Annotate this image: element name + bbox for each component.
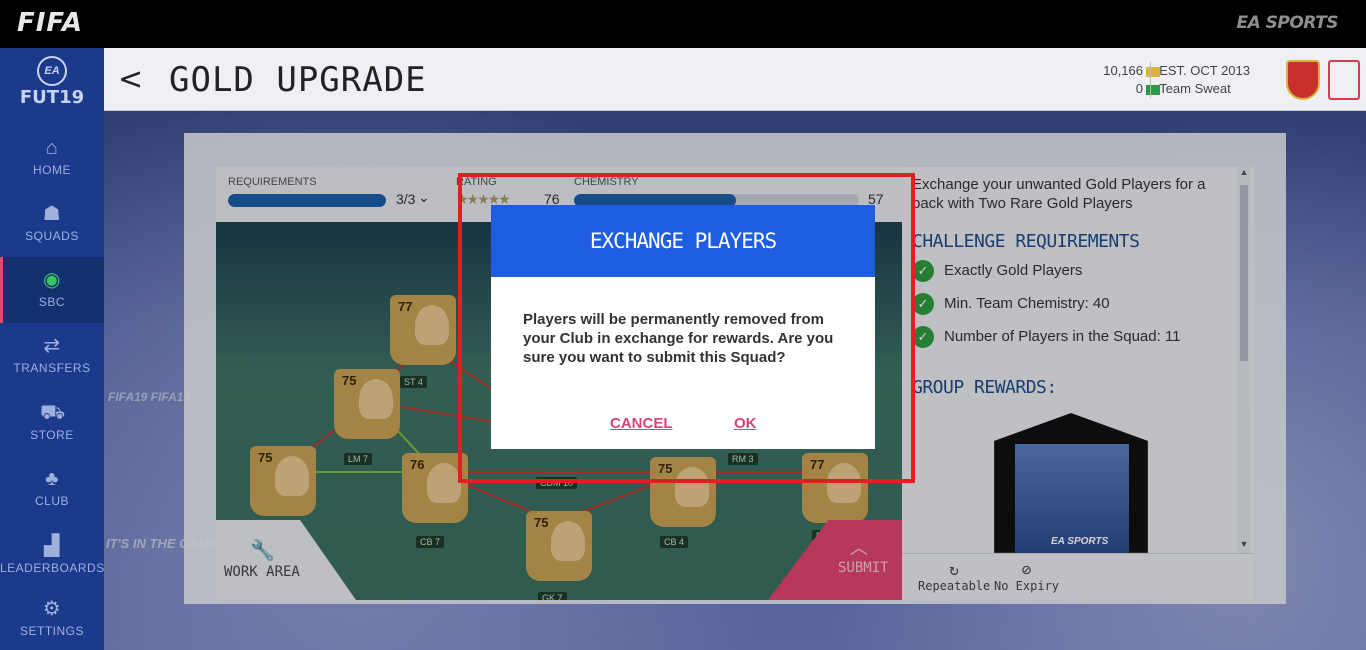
- sidebar-item-settings[interactable]: ⚙ SETTINGS: [0, 586, 104, 650]
- squads-icon: ☗: [42, 203, 62, 225]
- top-bar: FIFA EA SPORTS: [0, 0, 1366, 48]
- sidebar-item-store[interactable]: ⛟ STORE: [0, 390, 104, 456]
- sidebar-item-transfers[interactable]: ⇄ TRANSFERS: [0, 323, 104, 389]
- sidebar-item-label: SETTINGS: [19, 624, 84, 638]
- sbc-icon: ◉: [43, 269, 61, 291]
- ea-ring-logo: EA: [37, 56, 67, 86]
- cancel-button[interactable]: CANCEL: [610, 415, 673, 432]
- sidebar-item-club[interactable]: ♣ CLUB: [0, 456, 104, 522]
- sidebar-item-squads[interactable]: ☗ SQUADS: [0, 191, 104, 257]
- club-name: Team Sweat: [1159, 81, 1231, 96]
- coins-value: 10,166: [1103, 63, 1143, 78]
- club-crest-icon: [1286, 60, 1320, 100]
- fifa-logo: FIFA: [17, 8, 83, 38]
- fut19-logo: EA FUT19: [0, 56, 104, 108]
- club-established: EST. OCT 2013: [1159, 63, 1250, 78]
- sidebar-item-label: SBC: [38, 295, 66, 309]
- dialog-title: EXCHANGE PLAYERS: [491, 205, 875, 277]
- club-icon: ♣: [45, 468, 59, 490]
- ok-button[interactable]: OK: [734, 415, 757, 432]
- dialog-message: Players will be permanently removed from…: [523, 311, 834, 366]
- page-title: GOLD UPGRADE: [169, 60, 427, 100]
- sidebar-item-label: SQUADS: [25, 229, 79, 243]
- club-info: EST. OCT 2013 Team Sweat: [1150, 62, 1250, 98]
- points-value: 0: [1135, 81, 1143, 96]
- sidebar-item-home[interactable]: ⌂ HOME: [0, 125, 104, 191]
- sidebar-item-label: HOME: [33, 163, 71, 177]
- page-header: < GOLD UPGRADE 10,166 0 EST. OCT 2013 Te…: [104, 48, 1366, 111]
- exchange-players-dialog: EXCHANGE PLAYERS Players will be permane…: [491, 205, 875, 449]
- sidebar: EA FUT19 ⌂ HOME ☗ SQUADS ◉ SBC ⇄ TRANSFE…: [0, 48, 104, 650]
- leaderboards-icon: ▟: [44, 535, 60, 557]
- sidebar-item-label: CLUB: [34, 494, 69, 508]
- back-arrow-icon[interactable]: <: [118, 62, 143, 97]
- team-badge-icon: [1328, 60, 1360, 100]
- ea-sports-logo: EA SPORTS: [1236, 13, 1338, 33]
- transfers-icon: ⇄: [43, 335, 61, 357]
- sidebar-item-label: LEADERBOARDS: [0, 561, 105, 575]
- fut19-logo-text: FUT19: [19, 87, 85, 108]
- sidebar-item-leaderboards[interactable]: ▟ LEADERBOARDS: [0, 523, 104, 589]
- home-icon: ⌂: [45, 137, 59, 159]
- sidebar-item-label: STORE: [30, 428, 74, 442]
- store-icon: ⛟: [40, 402, 66, 424]
- sidebar-item-label: TRANSFERS: [13, 361, 91, 375]
- sidebar-item-sbc[interactable]: ◉ SBC: [0, 257, 104, 323]
- settings-icon: ⚙: [42, 598, 62, 620]
